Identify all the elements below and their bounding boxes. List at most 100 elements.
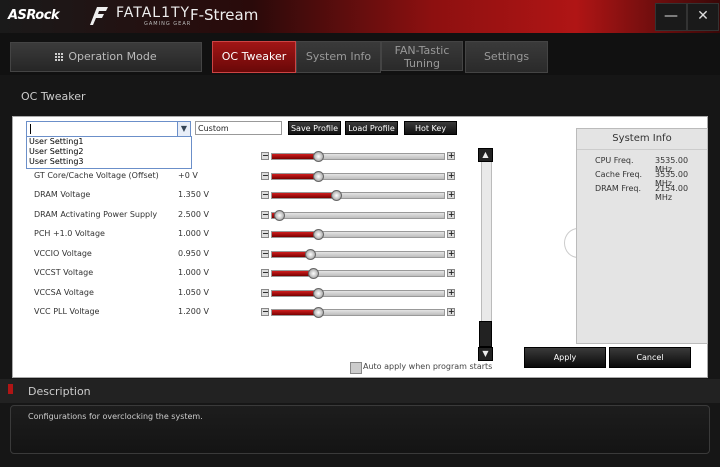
- increase-button[interactable]: +: [447, 250, 455, 258]
- description-header: [0, 379, 720, 403]
- fatal1ty-logo-icon: [90, 7, 108, 25]
- increase-button[interactable]: +: [447, 230, 455, 238]
- setting-slider[interactable]: [271, 210, 445, 221]
- tab-label: FAN-Tastic Tuning: [394, 44, 450, 70]
- system-info-label: Cache Freq.: [595, 170, 643, 179]
- chevron-down-icon[interactable]: ▼: [177, 122, 190, 136]
- setting-slider[interactable]: [271, 190, 445, 201]
- tab-fan-tastic-tuning[interactable]: FAN-Tastic Tuning: [381, 41, 463, 71]
- dropdown-option[interactable]: User Setting1: [27, 137, 191, 147]
- setting-value: 1.350 V: [178, 190, 209, 199]
- dropdown-option[interactable]: User Setting3: [27, 157, 191, 167]
- page-title: OC Tweaker: [21, 90, 86, 103]
- setting-value: 0.950 V: [178, 249, 209, 258]
- setting-value: 1.200 V: [178, 307, 209, 316]
- save-profile-button[interactable]: Save Profile: [288, 121, 341, 135]
- slider-fill: [272, 174, 319, 179]
- setting-name: PCH +1.0 Voltage: [34, 229, 105, 238]
- profile-dropdown-list: User Setting1 User Setting2 User Setting…: [26, 136, 192, 169]
- setting-slider[interactable]: [271, 249, 445, 260]
- auto-apply-label: Auto apply when program starts: [363, 362, 493, 371]
- slider-handle[interactable]: [313, 288, 325, 299]
- setting-row: VCCIO Voltage 0.950 V − +: [34, 247, 464, 261]
- decrease-button[interactable]: −: [261, 211, 269, 219]
- asrock-logo: ASRock: [8, 8, 60, 23]
- decrease-button[interactable]: −: [261, 191, 269, 199]
- scroll-thumb[interactable]: [479, 321, 492, 347]
- decrease-button[interactable]: −: [261, 269, 269, 277]
- brand-subtitle: GAMING GEAR: [144, 21, 192, 27]
- slider-fill: [272, 232, 319, 237]
- slider-fill: [272, 193, 336, 198]
- tab-oc-tweaker[interactable]: OC Tweaker: [212, 41, 296, 73]
- increase-button[interactable]: +: [447, 152, 455, 160]
- increase-button[interactable]: +: [447, 191, 455, 199]
- slider-fill: [272, 271, 314, 276]
- setting-row: DRAM Voltage 1.350 V − +: [34, 188, 464, 202]
- system-info-value: 2154.00 MHz: [655, 184, 689, 202]
- decrease-button[interactable]: −: [261, 250, 269, 258]
- setting-slider[interactable]: [271, 268, 445, 279]
- setting-name: VCCSA Voltage: [34, 288, 94, 297]
- hotkey-button[interactable]: Hot Key: [404, 121, 457, 135]
- setting-name: DRAM Voltage: [34, 190, 91, 199]
- load-profile-button[interactable]: Load Profile: [345, 121, 398, 135]
- operation-mode-label: Operation Mode: [68, 50, 157, 63]
- setting-name: VCCIO Voltage: [34, 249, 92, 258]
- decrease-button[interactable]: −: [261, 172, 269, 180]
- operation-mode-button[interactable]: Operation Mode: [10, 42, 202, 72]
- tab-settings[interactable]: Settings: [465, 41, 548, 73]
- setting-slider[interactable]: [271, 307, 445, 318]
- increase-button[interactable]: +: [447, 211, 455, 219]
- increase-button[interactable]: +: [447, 269, 455, 277]
- slider-handle[interactable]: [313, 171, 325, 182]
- increase-button[interactable]: +: [447, 289, 455, 297]
- slider-handle[interactable]: [308, 268, 320, 279]
- tab-system-info[interactable]: System Info: [296, 41, 381, 73]
- setting-value: 1.050 V: [178, 288, 209, 297]
- decrease-button[interactable]: −: [261, 308, 269, 316]
- scroll-down-button[interactable]: ▼: [478, 347, 493, 361]
- description-marker-icon: [8, 384, 13, 394]
- setting-slider[interactable]: [271, 151, 445, 162]
- increase-button[interactable]: +: [447, 172, 455, 180]
- system-info-row: CPU Freq. 3535.00 MHz: [595, 156, 703, 174]
- setting-slider[interactable]: [271, 288, 445, 299]
- profile-name-input[interactable]: Custom: [195, 121, 282, 135]
- setting-row: PCH +1.0 Voltage 1.000 V − +: [34, 227, 464, 241]
- slider-handle[interactable]: [313, 229, 325, 240]
- cancel-button[interactable]: Cancel: [609, 347, 691, 368]
- setting-slider[interactable]: [271, 229, 445, 240]
- dropdown-option[interactable]: User Setting2: [27, 147, 191, 157]
- system-info-row: DRAM Freq. 2154.00 MHz: [595, 184, 703, 202]
- slider-handle[interactable]: [313, 307, 325, 318]
- decrease-button[interactable]: −: [261, 152, 269, 160]
- setting-value: 1.000 V: [178, 268, 209, 277]
- brand-name: FATAL1TY: [116, 5, 191, 21]
- increase-button[interactable]: +: [447, 308, 455, 316]
- grid-icon: [55, 53, 64, 61]
- description-title: Description: [28, 385, 91, 398]
- apply-button[interactable]: Apply: [524, 347, 606, 368]
- slider-fill: [272, 291, 319, 296]
- slider-fill: [272, 310, 319, 315]
- settings-scrollbar[interactable]: [481, 148, 492, 350]
- slider-handle[interactable]: [313, 151, 325, 162]
- system-info-label: DRAM Freq.: [595, 184, 641, 193]
- system-info-panel: System Info CPU Freq. 3535.00 MHz Cache …: [576, 128, 708, 344]
- slider-handle[interactable]: [330, 190, 342, 201]
- setting-row: GT Core/Cache Voltage (Offset) +0 V − +: [34, 169, 464, 183]
- system-info-label: CPU Freq.: [595, 156, 634, 165]
- profile-dropdown[interactable]: ▼: [26, 121, 191, 137]
- slider-handle[interactable]: [304, 249, 316, 260]
- setting-slider[interactable]: [271, 171, 445, 182]
- minimize-button[interactable]: —: [655, 3, 687, 31]
- setting-value: 1.000 V: [178, 229, 209, 238]
- slider-handle[interactable]: [273, 210, 285, 221]
- app-title: F-Stream: [190, 6, 259, 24]
- decrease-button[interactable]: −: [261, 230, 269, 238]
- decrease-button[interactable]: −: [261, 289, 269, 297]
- close-button[interactable]: ✕: [687, 3, 719, 31]
- auto-apply-checkbox[interactable]: [350, 362, 362, 374]
- scroll-up-button[interactable]: ▲: [478, 148, 493, 162]
